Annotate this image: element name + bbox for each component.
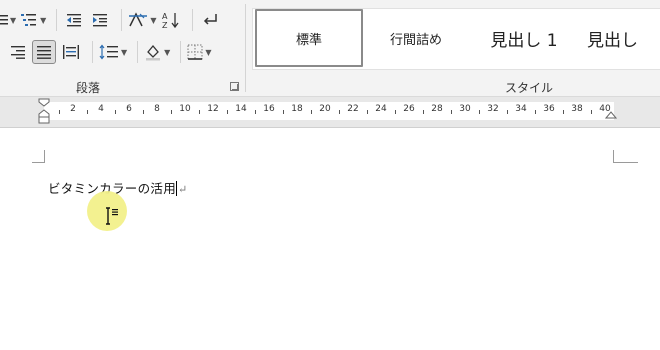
ruler-tick-label: 2	[70, 104, 76, 114]
separator	[56, 9, 58, 31]
group-divider	[245, 4, 246, 92]
ruler-tick-label: 28	[431, 104, 443, 114]
ruler-minor-tick	[479, 110, 480, 114]
ruler-tick-label: 38	[571, 104, 583, 114]
document-page[interactable]: ビタミンカラーの活用 ↵	[0, 128, 660, 350]
multilevel-list-button[interactable]: ▼	[20, 8, 46, 32]
ruler-minor-tick	[199, 110, 200, 114]
right-indent-marker[interactable]	[605, 109, 617, 119]
align-right-button[interactable]	[6, 40, 28, 64]
separator	[92, 41, 93, 63]
bullets-icon	[0, 15, 8, 25]
ruler-tick-label: 24	[375, 104, 387, 114]
ruler-tick-label: 16	[263, 104, 275, 114]
borders-icon	[187, 44, 203, 60]
justify-button[interactable]	[32, 40, 56, 64]
asian-layout-icon	[129, 12, 148, 27]
ruler-minor-tick	[283, 110, 284, 114]
svg-text:A: A	[162, 12, 168, 21]
ruler-tick-label: 22	[347, 104, 359, 114]
ruler-tick-label: 18	[291, 104, 303, 114]
justify-icon	[37, 46, 51, 59]
ruler-minor-tick	[339, 110, 340, 114]
separator	[180, 41, 182, 63]
style-normal[interactable]: 標準	[255, 9, 363, 67]
show-formatting-icon	[204, 14, 218, 25]
styles-group-label: スタイル	[505, 81, 554, 95]
ruler-minor-tick	[563, 110, 564, 114]
ruler-minor-tick	[59, 110, 60, 114]
paragraph-mark: ↵	[178, 183, 188, 196]
ruler-minor-tick	[507, 110, 508, 114]
paragraph-group-label: 段落	[76, 81, 101, 95]
line-spacing-icon	[99, 44, 118, 60]
ruler-area: 2 4 6 8 10 12 14 16 18 20 22 24 26 28 30 32 34 36 38 40	[0, 97, 660, 128]
ruler-tick-label: 26	[403, 104, 415, 114]
borders-button[interactable]: ▼	[187, 40, 211, 64]
increase-indent-icon	[93, 14, 108, 27]
ruler-tick-label: 20	[319, 104, 331, 114]
ruler-tick-label: 34	[515, 104, 527, 114]
ruler-tick-label: 4	[98, 104, 104, 114]
style-no-spacing[interactable]: 行間詰め	[371, 9, 461, 67]
ruler-minor-tick	[311, 110, 312, 114]
multilevel-list-icon	[21, 14, 37, 26]
ruler-minor-tick	[451, 110, 452, 114]
separator	[121, 9, 123, 31]
ruler-minor-tick	[143, 110, 144, 114]
separator	[192, 9, 194, 31]
ruler-tick-label: 30	[459, 104, 471, 114]
decrease-indent-button[interactable]	[63, 8, 85, 32]
ruler-tick-label: 32	[487, 104, 499, 114]
ruler-tick-label: 10	[179, 104, 191, 114]
ruler-minor-tick	[115, 110, 116, 114]
paragraph-tools-row-2: ▼ ▼ ▼	[0, 40, 215, 64]
asian-layout-button[interactable]: ▼	[128, 8, 156, 32]
sort-icon: A Z	[162, 12, 179, 29]
line-spacing-button[interactable]: ▼	[99, 40, 127, 64]
styles-gallery: 標準 行間詰め 見出し 1 見出し	[252, 8, 660, 70]
decrease-indent-icon	[67, 14, 82, 27]
style-heading-2[interactable]: 見出し	[587, 9, 660, 67]
ruler-minor-tick	[171, 110, 172, 114]
ruler-minor-tick	[227, 110, 228, 114]
margin-corner-top-left	[32, 150, 45, 163]
align-right-icon	[11, 46, 25, 59]
ruler-tick-label: 12	[207, 104, 219, 114]
style-heading-1[interactable]: 見出し 1	[475, 9, 573, 67]
ruler-minor-tick	[87, 110, 88, 114]
ibeam-cursor-icon	[106, 207, 118, 225]
separator	[137, 41, 139, 63]
paragraph-dialog-launcher[interactable]	[230, 82, 239, 91]
increase-indent-button[interactable]	[89, 8, 111, 32]
ruler-tick-label: 8	[154, 104, 160, 114]
ruler-minor-tick	[423, 110, 424, 114]
ruler-minor-tick	[395, 110, 396, 114]
ruler-minor-tick	[535, 110, 536, 114]
ribbon: ▼ ▼ ▼ A Z ▼ ▼ ▼ 段落 標準 行間詰め 見出し 1 見出し スタイ…	[0, 0, 660, 97]
sort-button[interactable]: A Z	[160, 8, 182, 32]
svg-text:Z: Z	[162, 21, 168, 29]
bullets-button[interactable]: ▼	[0, 8, 16, 32]
ruler-minor-tick	[591, 110, 592, 114]
ruler-tick-label: 14	[235, 104, 247, 114]
show-formatting-button[interactable]	[199, 8, 221, 32]
ruler-minor-tick	[367, 110, 368, 114]
text-cursor	[176, 181, 178, 196]
ruler-minor-tick	[255, 110, 256, 114]
paragraph-tools-row-1: ▼ ▼ ▼ A Z	[0, 8, 225, 32]
horizontal-ruler[interactable]: 2 4 6 8 10 12 14 16 18 20 22 24 26 28 30 32 34 36 38 40	[44, 102, 614, 120]
ruler-tick-label: 6	[126, 104, 132, 114]
left-indent-marker[interactable]	[38, 98, 50, 124]
shading-button[interactable]: ▼	[144, 40, 170, 64]
margin-corner-top-right	[613, 150, 638, 163]
shading-icon	[146, 44, 161, 61]
ruler-tick-label: 36	[543, 104, 555, 114]
distributed-icon	[63, 45, 79, 59]
distributed-button[interactable]	[60, 40, 82, 64]
